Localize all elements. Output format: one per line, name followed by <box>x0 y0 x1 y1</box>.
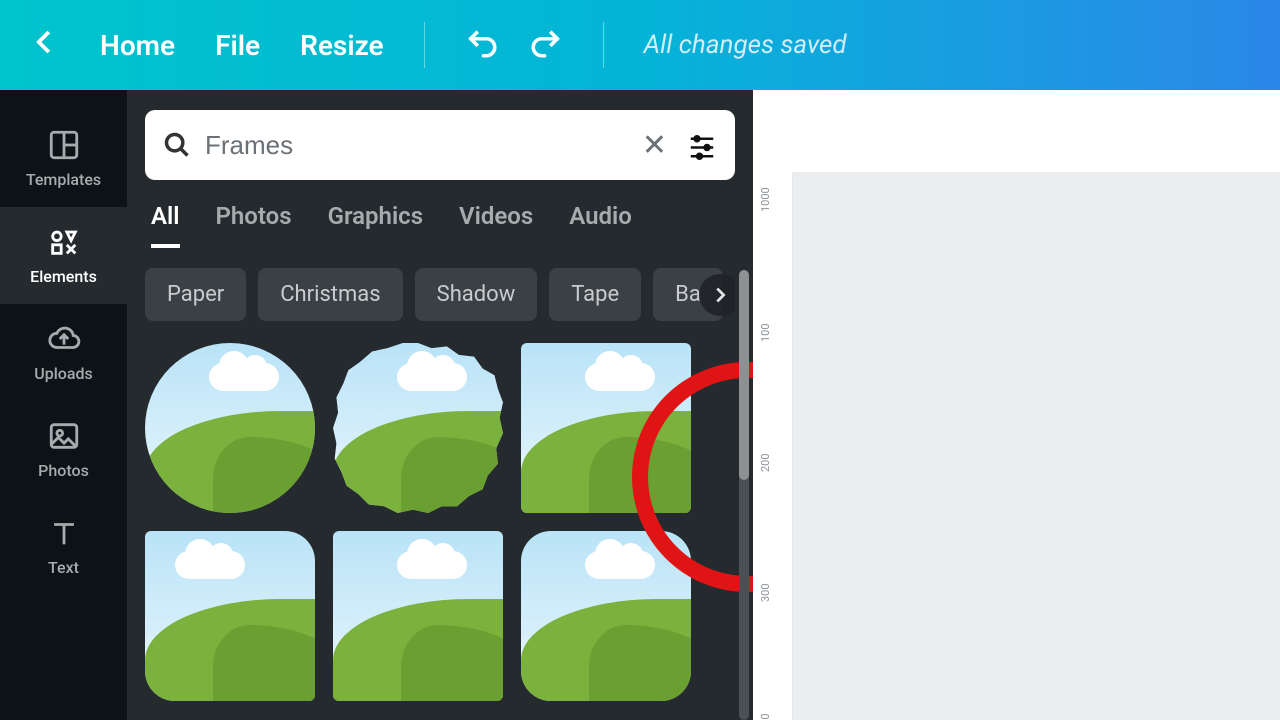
toolbar-divider <box>424 22 425 68</box>
frame-rounded[interactable] <box>521 531 691 701</box>
frame-circle[interactable] <box>145 343 315 513</box>
home-button[interactable]: Home <box>100 29 175 62</box>
chips-next-button[interactable] <box>699 274 735 316</box>
search-icon <box>163 131 191 159</box>
frame-wavy[interactable] <box>333 343 503 513</box>
ruler-tick: 400 <box>759 713 772 720</box>
sidebar-item-uploads[interactable]: Uploads <box>0 304 127 401</box>
clear-search-button[interactable]: ✕ <box>636 128 673 163</box>
chip-christmas[interactable]: Christmas <box>258 268 402 321</box>
uploads-icon <box>47 322 81 356</box>
sidebar-item-label: Text <box>48 558 79 577</box>
filter-tabs: All Photos Graphics Videos Audio <box>151 202 729 248</box>
chevron-right-icon <box>709 284 731 306</box>
sidebar-item-label: Uploads <box>34 364 93 383</box>
canvas[interactable] <box>793 172 1280 720</box>
back-button[interactable] <box>30 24 60 66</box>
ruler-tick: 100 <box>759 323 772 342</box>
tab-all[interactable]: All <box>151 202 180 248</box>
redo-button[interactable] <box>529 26 563 64</box>
chip-shadow[interactable]: Shadow <box>415 268 538 321</box>
history-controls <box>465 26 563 64</box>
text-icon <box>47 516 81 550</box>
tab-graphics[interactable]: Graphics <box>328 202 423 248</box>
ruler-tick: 1000 <box>759 187 772 212</box>
search-input[interactable] <box>205 130 622 161</box>
photos-icon <box>47 419 81 453</box>
sidebar-item-label: Elements <box>30 267 97 286</box>
sidebar-item-photos[interactable]: Photos <box>0 401 127 498</box>
filter-icon[interactable] <box>687 130 717 160</box>
left-sidebar: Templates Elements Uploads Photos Text <box>0 90 127 720</box>
main-row: Templates Elements Uploads Photos Text ✕… <box>0 90 1280 720</box>
file-menu[interactable]: File <box>215 29 260 62</box>
frame-square[interactable] <box>521 343 691 513</box>
canvas-area: 1000 100 200 300 400 Click and drag the … <box>753 90 1280 720</box>
sidebar-item-label: Photos <box>38 461 89 480</box>
search-bar: ✕ <box>145 110 735 180</box>
save-status: All changes saved <box>644 30 847 60</box>
tab-photos[interactable]: Photos <box>216 202 292 248</box>
frame-results <box>145 343 735 701</box>
undo-button[interactable] <box>465 26 499 64</box>
frame-angled[interactable] <box>145 531 315 701</box>
suggestion-chips: Paper Christmas Shadow Tape Ba <box>145 268 735 321</box>
tab-videos[interactable]: Videos <box>459 202 533 248</box>
chip-tape[interactable]: Tape <box>549 268 641 321</box>
tab-audio[interactable]: Audio <box>569 202 632 248</box>
sidebar-item-text[interactable]: Text <box>0 498 127 595</box>
vertical-ruler: 1000 100 200 300 400 <box>753 172 793 720</box>
sidebar-item-label: Templates <box>26 170 101 189</box>
sidebar-item-elements[interactable]: Elements <box>0 207 127 304</box>
ruler-tick: 200 <box>759 453 772 472</box>
toolbar-divider <box>603 22 604 68</box>
resize-button[interactable]: Resize <box>300 29 384 62</box>
chip-paper[interactable]: Paper <box>145 268 246 321</box>
canvas-toolbar-space <box>753 90 1280 172</box>
ruler-tick: 300 <box>759 583 772 602</box>
scrollbar[interactable] <box>739 270 749 720</box>
scrollbar-thumb[interactable] <box>739 270 749 480</box>
elements-panel: ✕ All Photos Graphics Videos Audio Paper… <box>127 90 753 720</box>
elements-icon <box>47 225 81 259</box>
top-toolbar: Home File Resize All changes saved <box>0 0 1280 90</box>
sidebar-item-templates[interactable]: Templates <box>0 110 127 207</box>
templates-icon <box>47 128 81 162</box>
frame-square-2[interactable] <box>333 531 503 701</box>
